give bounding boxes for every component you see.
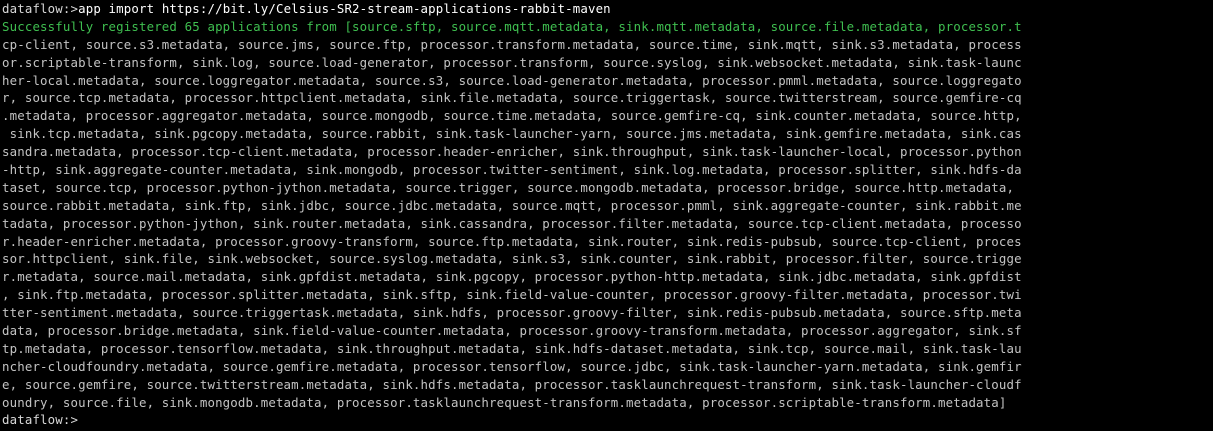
- output-line: source.rabbit.metadata, sink.ftp, sink.j…: [2, 197, 1022, 213]
- output-line: r.header-enricher.metadata, processor.gr…: [2, 233, 1022, 249]
- shell-prompt: dataflow:>: [2, 412, 79, 428]
- command-line: dataflow:>app import https://bit.ly/Cels…: [2, 0, 1211, 18]
- output-line: e, source.gemfire, source.twitterstream.…: [2, 376, 1022, 392]
- output-line: taset, source.tcp, processor.python-jyth…: [2, 179, 1015, 195]
- output-line: .metadata, processor.aggregator.metadata…: [2, 108, 1022, 124]
- output-line: her-local.metadata, source.loggregator.m…: [2, 72, 1022, 88]
- cursor: [78, 413, 86, 427]
- output-line: data, processor.bridge.metadata, sink.fi…: [2, 323, 1022, 339]
- entered-command: app import https://bit.ly/Celsius-SR2-st…: [78, 1, 611, 16]
- output-line: ncher-cloudfoundry.metadata, source.gemf…: [2, 358, 1022, 374]
- output-line: tter-sentiment.metadata, source.triggert…: [2, 305, 1022, 321]
- output-line: sink.tcp.metadata, sink.pgcopy.metadata,…: [2, 126, 1022, 142]
- output-line: tp.metadata, processor.tensorflow.metada…: [2, 340, 1022, 356]
- shell-prompt: dataflow:>: [2, 1, 79, 16]
- output-line: Successfully registered 65 applications …: [2, 18, 1022, 34]
- command-output: Successfully registered 65 applications …: [2, 18, 1211, 412]
- input-line[interactable]: dataflow:>: [2, 411, 1211, 429]
- output-line: oundry, source.file, sink.mongodb.metada…: [2, 394, 1007, 410]
- output-line: sor.httpclient, sink.file, sink.websocke…: [2, 251, 1022, 267]
- output-line: sandra.metadata, processor.tcp-client.me…: [2, 144, 1022, 160]
- output-line: -http, sink.aggregate-counter.metadata, …: [2, 162, 1022, 178]
- output-line: r, source.tcp.metadata, processor.httpcl…: [2, 90, 1022, 106]
- output-line: cp-client, source.s3.metadata, source.jm…: [2, 36, 1022, 52]
- terminal-window[interactable]: dataflow:>app import https://bit.ly/Cels…: [0, 0, 1213, 431]
- output-line: , sink.ftp.metadata, processor.splitter.…: [2, 287, 1022, 303]
- output-line: or.scriptable-transform, sink.log, sourc…: [2, 54, 1022, 70]
- output-line: tadata, processor.python-jython, sink.ro…: [2, 215, 1022, 231]
- output-line: r.metadata, source.mail.metadata, sink.g…: [2, 269, 1022, 285]
